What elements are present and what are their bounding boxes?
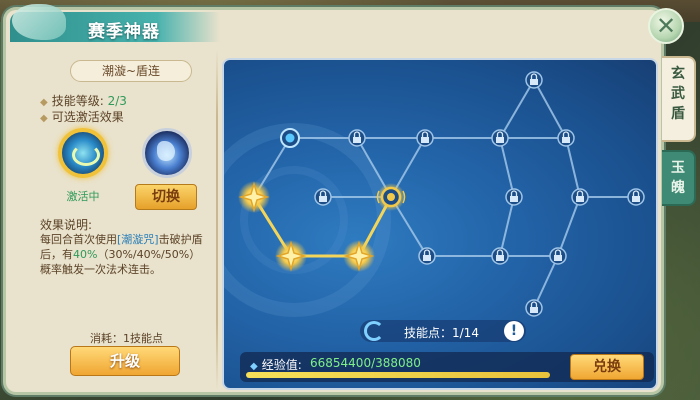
skill-tree-panel: 技能点：1/14 ! ◆ 经验值: 66854400/388080 兑换	[222, 58, 658, 390]
tree-node-active[interactable]	[275, 240, 307, 272]
switch-button[interactable]: 切换	[135, 184, 197, 210]
effect-desc-prefix: 每回合首次使用	[40, 233, 117, 246]
experience-value: 66854400/388080	[310, 356, 421, 370]
gem-icon: ◆	[250, 361, 258, 372]
artifact-window: 赛季神器 潮漩~盾连 ◆ 技能等级: 2/3 ◆ 可选激活效果 激活中 切换 效果说…	[6, 4, 661, 392]
effect-keyword-link[interactable]: [潮漩咒]	[117, 233, 159, 246]
tree-node-active[interactable]	[238, 181, 270, 213]
effect-percent: 40%	[73, 248, 98, 261]
skill-name: 潮漩~盾连	[70, 60, 192, 82]
upgrade-button[interactable]: 升级	[70, 346, 180, 376]
experience-progress-track	[246, 372, 550, 378]
skill-level-value: 2/3	[107, 94, 127, 108]
title-bar: 赛季神器	[10, 4, 220, 42]
active-skill-icon[interactable]	[58, 128, 108, 178]
experience-label: ◆ 经验值:	[250, 356, 302, 373]
exchange-button[interactable]: 兑换	[570, 354, 644, 380]
tab-jade-soul[interactable]: 玉 魄	[662, 150, 696, 206]
selectable-effect-label: 可选激活效果	[51, 110, 124, 124]
close-icon[interactable]: ✕	[648, 8, 684, 44]
selectable-effect-line: ◆ 可选激活效果	[40, 108, 124, 125]
skill-points-label: 技能点：1/14	[404, 326, 479, 340]
diamond-bullet-icon: ◆	[40, 97, 48, 108]
info-icon[interactable]: !	[504, 321, 524, 341]
effect-desc-suffix: 概率触发一次法术连击。	[40, 263, 161, 276]
window-title: 赛季神器	[88, 22, 160, 42]
experience-progress-fill	[246, 372, 550, 378]
tab-label-char: 武	[671, 86, 685, 102]
effect-description: 每回合首次使用[潮漩咒]击破护盾后，有40%（30%/40%/50%）概率触发一…	[40, 232, 210, 277]
tab-label-char: 魄	[671, 180, 685, 196]
refresh-icon[interactable]	[364, 321, 384, 341]
effect-title: 效果说明:	[40, 218, 93, 232]
skill-info-pane: 潮漩~盾连 ◆ 技能等级: 2/3 ◆ 可选激活效果 激活中 切换 效果说明: 每回…	[20, 52, 210, 392]
skill-status: 激活中	[66, 190, 100, 203]
tab-label-char: 玉	[671, 160, 685, 176]
diamond-bullet-icon: ◆	[40, 113, 48, 124]
tab-xuanwu-shield[interactable]: 玄 武 盾	[662, 56, 696, 142]
tab-label-char: 盾	[671, 106, 685, 122]
upgrade-cost: 消耗：1技能点	[90, 332, 163, 345]
effect-percent-range: （30%/40%/50%）	[97, 248, 201, 261]
leaf-ornament-icon	[12, 4, 66, 40]
skill-level-label: 技能等级:	[51, 94, 108, 108]
pane-divider	[216, 50, 218, 390]
alternate-skill-icon[interactable]	[142, 128, 192, 178]
experience-label-text: 经验值:	[261, 358, 302, 372]
tab-label-char: 玄	[671, 66, 685, 82]
tree-node-hub[interactable]	[376, 183, 406, 211]
tree-node-start[interactable]	[280, 128, 300, 148]
tree-node-active[interactable]	[343, 240, 375, 272]
skill-level-line: ◆ 技能等级: 2/3	[40, 92, 127, 109]
